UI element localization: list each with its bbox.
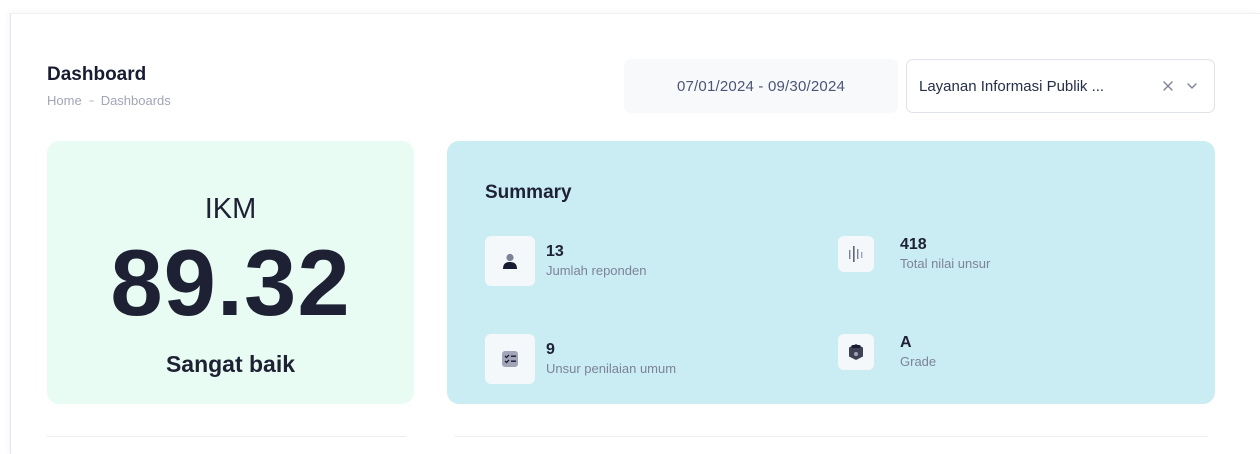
stat-respondents: 13 Jumlah reponden: [485, 236, 646, 286]
badge-icon: [838, 334, 874, 370]
ikm-category: Sangat baik: [165, 351, 296, 377]
stat-value: 9: [546, 341, 555, 359]
stat-value: A: [900, 334, 912, 352]
date-range-value: 07/01/2024 - 09/30/2024: [676, 77, 846, 95]
breadcrumb-separator: [88, 99, 94, 102]
chevron-down-icon[interactable]: [1184, 78, 1200, 94]
summary-title: Summary: [485, 182, 572, 203]
ikm-card: IKM 89.32 Sangat baik: [47, 141, 414, 404]
clear-icon[interactable]: [1160, 78, 1176, 94]
breadcrumb: Home Dashboards: [47, 93, 171, 108]
checklist-icon: [485, 334, 535, 384]
date-range-picker[interactable]: 07/01/2024 - 09/30/2024: [624, 59, 898, 113]
service-select[interactable]: Layanan Informasi Publik ...: [906, 59, 1215, 113]
stat-total-score: 418 Total nilai unsur: [838, 236, 990, 272]
stat-label: Unsur penilaian umum: [546, 360, 677, 376]
ikm-value: 89.32: [110, 230, 351, 335]
user-icon: [485, 236, 535, 286]
stat-grade: A Grade: [838, 334, 936, 370]
stat-label: Jumlah reponden: [546, 262, 647, 278]
ikm-label: IKM: [204, 193, 257, 225]
stat-value: 418: [900, 236, 927, 254]
breadcrumb-home[interactable]: Home: [47, 93, 82, 108]
breadcrumb-dashboards: Dashboards: [100, 93, 171, 108]
divider: [47, 436, 406, 437]
summary-card: Summary 13 Jumlah reponden 418 Total nil…: [447, 141, 1215, 404]
service-select-value: Layanan Informasi Publik ...: [919, 77, 1105, 95]
stat-label: Total nilai unsur: [900, 255, 991, 271]
bars-icon: [838, 236, 874, 272]
stat-value: 13: [546, 243, 564, 261]
stat-criteria: 9 Unsur penilaian umum: [485, 334, 676, 384]
stat-label: Grade: [900, 353, 937, 369]
divider: [455, 436, 1208, 437]
page-title: Dashboard: [47, 64, 147, 85]
